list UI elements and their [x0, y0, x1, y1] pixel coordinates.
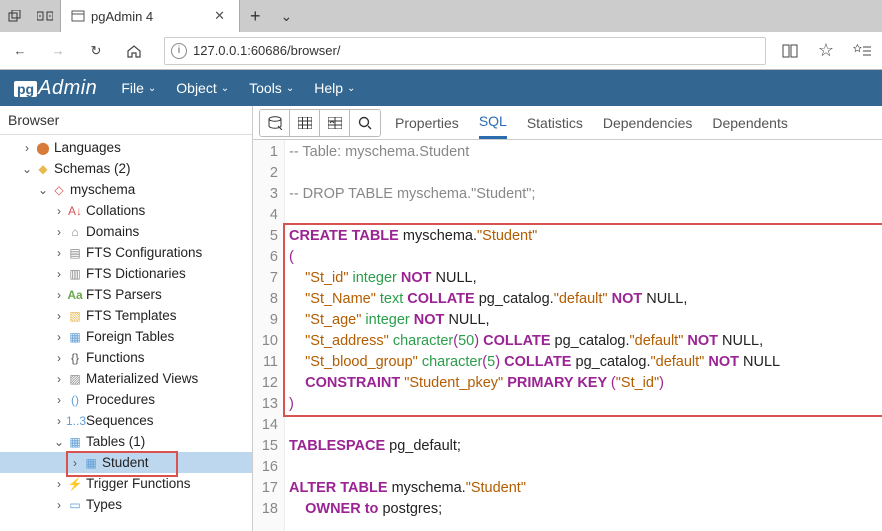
chevron-right-icon: ›: [54, 267, 64, 281]
chevron-right-icon: ›: [54, 225, 64, 239]
tree-item-tables[interactable]: ⌄▦Tables (1): [0, 431, 252, 452]
view-data-button[interactable]: [290, 110, 320, 136]
chevron-right-icon: ›: [54, 372, 64, 386]
collation-icon: A↓: [66, 204, 84, 218]
favorite-button[interactable]: ☆: [814, 40, 838, 61]
tab-sql[interactable]: SQL: [479, 106, 507, 139]
line-gutter: 123456789101112131415161718: [253, 140, 285, 531]
chevron-down-icon: ⌄: [286, 83, 294, 94]
menu-help[interactable]: Help⌄: [304, 80, 365, 96]
reading-mode-icon[interactable]: [776, 37, 804, 65]
domain-icon: ⌂: [66, 225, 84, 239]
tree-item-domains[interactable]: ›⌂Domains: [0, 221, 252, 242]
browser-address-bar: ← → ↻ i ☆: [0, 32, 882, 70]
browser-tab-title: pgAdmin 4: [91, 9, 210, 24]
tab-close-icon[interactable]: ✕: [210, 8, 229, 24]
url-field-wrap[interactable]: i: [164, 37, 766, 65]
tree-item-languages[interactable]: ›⬤Languages: [0, 137, 252, 158]
annotation-highlight: [66, 451, 178, 477]
chevron-right-icon: ›: [54, 414, 64, 428]
tree-item-fts-parsers[interactable]: ›AaFTS Parsers: [0, 284, 252, 305]
tables-icon: ▦: [66, 435, 84, 449]
tree-item-collations[interactable]: ›A↓Collations: [0, 200, 252, 221]
chevron-right-icon: ›: [54, 246, 64, 260]
chevron-right-icon: ›: [54, 498, 64, 512]
favorites-list-icon[interactable]: [848, 37, 876, 65]
object-tree[interactable]: ›⬤Languages ⌄◆Schemas (2) ⌄◇myschema ›A↓…: [0, 135, 252, 531]
chevron-right-icon: ›: [54, 477, 64, 491]
tab-properties[interactable]: Properties: [395, 106, 459, 139]
sql-editor[interactable]: 123456789101112131415161718 -- Table: my…: [253, 140, 882, 531]
matview-icon: ▨: [66, 372, 84, 386]
tree-item-foreign-tables[interactable]: ›▦Foreign Tables: [0, 326, 252, 347]
trigger-fn-icon: ⚡: [66, 477, 84, 491]
chevron-right-icon: ›: [54, 309, 64, 323]
fts-template-icon: ▧: [66, 309, 84, 323]
schema-icon: ◇: [50, 183, 68, 197]
tab-favicon-icon: [71, 9, 85, 23]
tab-dependents[interactable]: Dependents: [712, 106, 788, 139]
win-split-icon[interactable]: [30, 0, 60, 32]
type-icon: ▭: [66, 498, 84, 512]
chevron-right-icon: ›: [54, 288, 64, 302]
tab-dependencies[interactable]: Dependencies: [603, 106, 693, 139]
fts-config-icon: ▤: [66, 246, 84, 260]
tree-item-types[interactable]: ›▭Types: [0, 494, 252, 515]
fts-dict-icon: ▥: [66, 267, 84, 281]
fts-parser-icon: Aa: [66, 288, 84, 302]
procedure-icon: (): [66, 393, 84, 407]
language-icon: ⬤: [34, 141, 52, 155]
chevron-down-icon: ⌄: [38, 183, 48, 197]
url-input[interactable]: [193, 43, 759, 58]
forward-button: →: [44, 37, 72, 65]
new-tab-button[interactable]: +: [240, 6, 271, 27]
chevron-down-icon: ⌄: [148, 83, 156, 94]
pgadmin-menubar: pgAdmin File⌄ Object⌄ Tools⌄ Help⌄: [0, 70, 882, 106]
tab-overflow-icon[interactable]: ⌄: [271, 8, 303, 25]
back-button[interactable]: ←: [6, 37, 34, 65]
chevron-down-icon: ⌄: [347, 83, 355, 94]
chevron-right-icon: ›: [54, 330, 64, 344]
tree-item-mat-views[interactable]: ›▨Materialized Views: [0, 368, 252, 389]
annotation-highlight-code: [283, 223, 882, 417]
tree-item-schemas[interactable]: ⌄◆Schemas (2): [0, 158, 252, 179]
pgadmin-logo: pgAdmin: [0, 77, 111, 100]
chevron-down-icon: ⌄: [221, 83, 229, 94]
tree-item-myschema[interactable]: ⌄◇myschema: [0, 179, 252, 200]
chevron-down-icon: ⌄: [22, 162, 32, 176]
schemas-icon: ◆: [34, 162, 52, 176]
code-body[interactable]: -- Table: myschema.Student -- DROP TABLE…: [285, 140, 882, 531]
browser-panel: Browser ›⬤Languages ⌄◆Schemas (2) ⌄◇mysc…: [0, 106, 253, 531]
menu-tools[interactable]: Tools⌄: [239, 80, 304, 96]
menu-object[interactable]: Object⌄: [166, 80, 239, 96]
browser-panel-title: Browser: [0, 106, 252, 135]
tree-item-fts-templates[interactable]: ›▧FTS Templates: [0, 305, 252, 326]
home-button[interactable]: [120, 37, 148, 65]
tree-item-fts-dict[interactable]: ›▥FTS Dictionaries: [0, 263, 252, 284]
tree-item-procedures[interactable]: ›()Procedures: [0, 389, 252, 410]
filter-rows-button[interactable]: [320, 110, 350, 136]
chevron-right-icon: ›: [54, 204, 64, 218]
tab-statistics[interactable]: Statistics: [527, 106, 583, 139]
search-button[interactable]: [350, 110, 380, 136]
browser-tab[interactable]: pgAdmin 4 ✕: [60, 0, 240, 32]
refresh-button[interactable]: ↻: [82, 37, 110, 65]
chevron-right-icon: ›: [54, 393, 64, 407]
query-tool-button[interactable]: [260, 110, 290, 136]
menu-file[interactable]: File⌄: [111, 80, 166, 96]
chevron-right-icon: ›: [22, 141, 32, 155]
foreign-table-icon: ▦: [66, 330, 84, 344]
chevron-down-icon: ⌄: [54, 435, 64, 449]
browser-tabstrip: pgAdmin 4 ✕ + ⌄: [0, 0, 882, 32]
site-info-icon[interactable]: i: [171, 43, 187, 59]
tree-item-fts-conf[interactable]: ›▤FTS Configurations: [0, 242, 252, 263]
sequence-icon: 1..3: [66, 414, 84, 428]
content-toolbar: Properties SQL Statistics Dependencies D…: [253, 106, 882, 140]
tree-item-sequences[interactable]: ›1..3Sequences: [0, 410, 252, 431]
chevron-right-icon: ›: [54, 351, 64, 365]
content-panel: Properties SQL Statistics Dependencies D…: [253, 106, 882, 531]
function-icon: {}: [66, 351, 84, 365]
win-restore-icon[interactable]: [0, 0, 30, 32]
tree-item-functions[interactable]: ›{}Functions: [0, 347, 252, 368]
